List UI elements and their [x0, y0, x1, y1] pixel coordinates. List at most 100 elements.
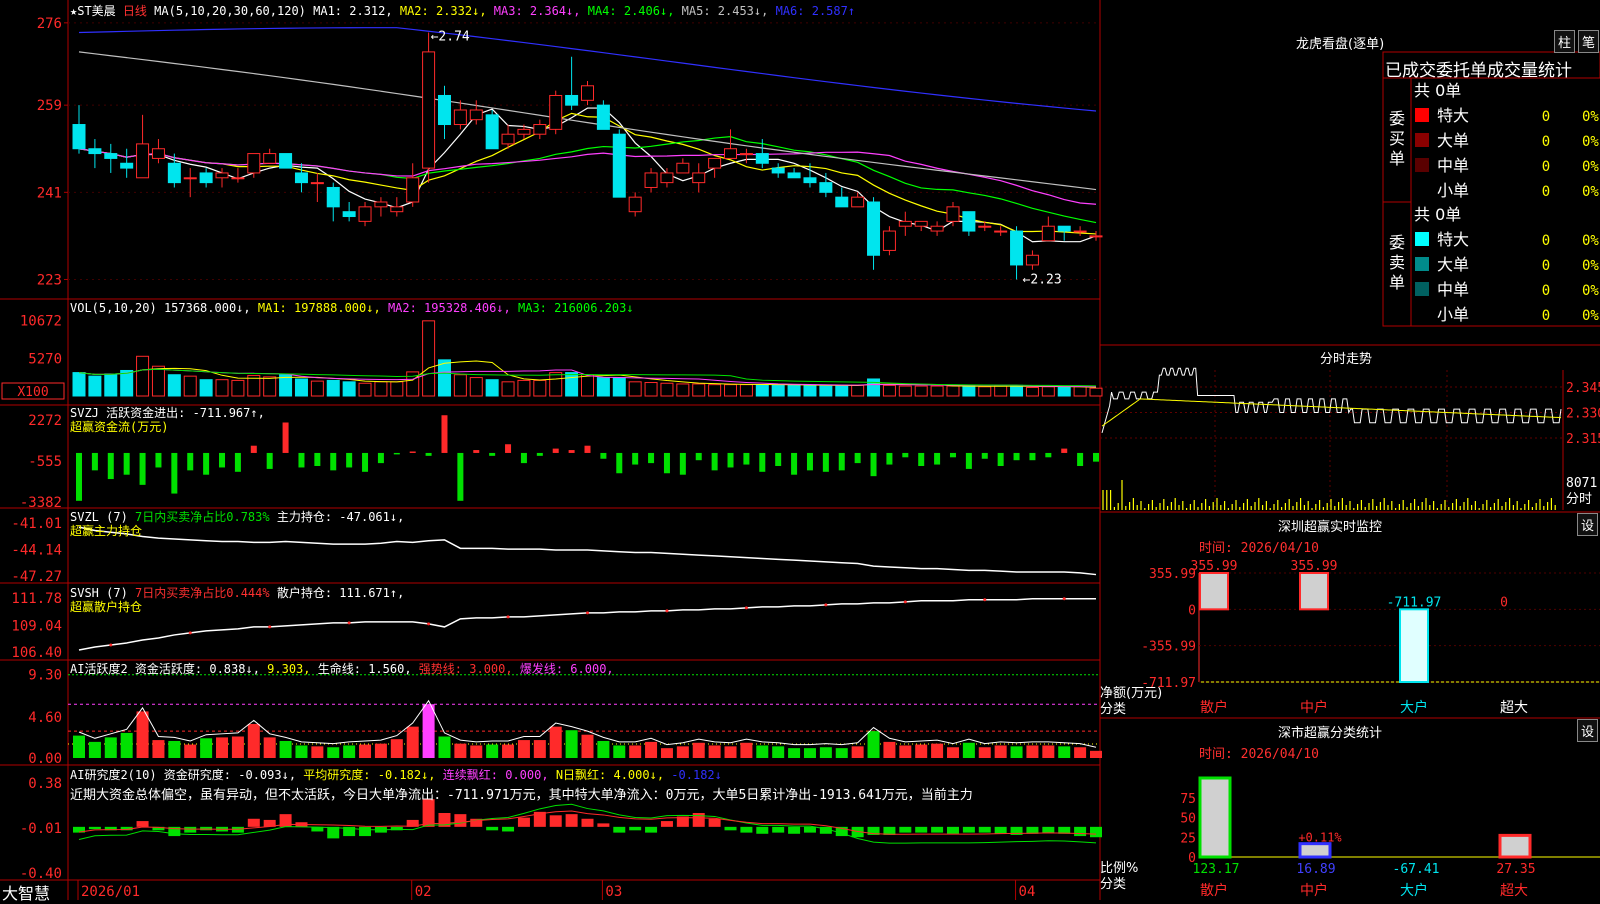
svzj-subtitle: 超赢资金流(万元) [70, 418, 168, 435]
tab-tick-button[interactable]: 笔 [1578, 30, 1600, 53]
ai1-label5: 爆发线: 6.000, [519, 662, 614, 676]
tab-bar-button[interactable]: 柱 [1554, 30, 1576, 53]
sell-label-char: 委 [1389, 233, 1405, 252]
price-high-marker: ←2.74 [431, 30, 470, 45]
ai1-bar [676, 746, 689, 758]
ai2-bar [1042, 826, 1055, 833]
svzl-axis-label: -44.14 [11, 543, 62, 559]
ai2-label1: AI研究度2(10) 资金研究度: -0.093↓, [70, 768, 297, 782]
monitor-settings-button[interactable]: 设 [1577, 513, 1599, 536]
volume-bar [994, 385, 1008, 397]
stats-header: 已成交委托单成交量统计 [1385, 61, 1572, 81]
candle-body [1073, 230, 1087, 233]
candle-body [136, 143, 150, 179]
stat-category: 中户 [1300, 882, 1328, 899]
svzl-label3: 主力持仓: -47.061↓, [276, 510, 405, 524]
svzj-bar [123, 452, 130, 475]
ai1-bar [470, 745, 483, 758]
sell-row-qty: 0 [1542, 308, 1550, 324]
svzj-bar [981, 452, 988, 459]
volume-bar [819, 385, 833, 397]
svzj-bar [536, 452, 543, 456]
ai1-bar [327, 747, 340, 758]
chart-canvas: 276 259 241 223 ←2.74 ←2.23 10672 5270 X100 2272 -… [0, 0, 1600, 900]
svzj-bar [139, 452, 146, 485]
ai2-bar [422, 799, 435, 827]
candle-body [803, 177, 817, 184]
candle-body [994, 230, 1008, 233]
svzj-bar [520, 452, 527, 464]
buy-row-pct: 0% [1582, 184, 1599, 200]
svzj-bar [743, 452, 750, 465]
volume-bar [374, 381, 388, 397]
svzj-bar [1045, 452, 1052, 458]
candle-body [851, 196, 865, 208]
ai1-axis-label: 0.00 [28, 751, 62, 767]
sell-row-pct: 0% [1582, 308, 1599, 324]
ai1-bar [708, 745, 721, 758]
svzj-bar [314, 452, 321, 467]
svzj-bar [552, 448, 559, 453]
volume-bar [962, 385, 976, 397]
ai2-comment: 近期大资金总体偏空，虽有异动，但不太活跃，今日大单净流出：-711.971万元，… [70, 788, 973, 803]
stat-settings-button[interactable]: 设 [1577, 719, 1599, 742]
svsh-dot [665, 609, 669, 613]
svzj-bar [1061, 448, 1068, 453]
candle-body [183, 177, 197, 180]
ma3-value: MA3: 2.364↓, [493, 4, 581, 18]
volume-bar [581, 374, 594, 397]
monitor-category: 大户 [1400, 699, 1428, 716]
candle-body [771, 167, 785, 174]
candle-body [1089, 235, 1103, 238]
svzj-axis-label: 2272 [28, 413, 62, 429]
volume-bar [358, 382, 372, 397]
volume-bar [914, 385, 928, 397]
ai1-bar [152, 740, 165, 758]
candle-body [708, 157, 722, 169]
ai1-bar [994, 745, 1007, 758]
price-axis-label: 276 [37, 16, 62, 32]
svzj-bar [219, 452, 226, 468]
ai2-bar [502, 826, 515, 832]
svzj-bar [203, 452, 210, 475]
vol-label: VOL(5,10,20) [70, 301, 157, 315]
svzj-bar [886, 452, 893, 465]
ai2-bar [629, 826, 642, 831]
period-label[interactable]: 日线 [123, 4, 147, 18]
stat-axis-label: 50 [1180, 812, 1196, 827]
ai1-label2: 9.303, [267, 662, 311, 676]
date-axis-label: 03 [605, 884, 622, 900]
sell-row-swatch [1415, 257, 1429, 271]
stat-category: 散户 [1200, 882, 1228, 899]
candle-body [199, 172, 213, 184]
candle-body [120, 162, 134, 169]
stock-symbol[interactable]: ST美晨 [77, 4, 115, 18]
monitor-axis-label: 0 [1188, 603, 1196, 618]
volume-bar [1057, 386, 1071, 397]
volume-bar [231, 379, 245, 397]
candle-body [247, 153, 261, 174]
candle-body [263, 153, 277, 164]
sell-row-pct: 0% [1582, 258, 1599, 274]
stat-note: +0.11% [1298, 831, 1342, 845]
monitor-category: 中户 [1300, 699, 1328, 716]
svsh-dot [586, 611, 589, 615]
volume-bar [898, 385, 912, 397]
candle-body [628, 196, 642, 213]
ai1-bar [756, 745, 769, 758]
svzj-bar [854, 452, 861, 464]
svzj-bar [648, 452, 655, 464]
ai1-axis-label: 4.60 [28, 710, 62, 726]
ai1-header: AI活跃度2 资金活跃度: 0.838↓, 9.303, 生命线: 1.560,… [70, 660, 614, 677]
sell-row-qty: 0 [1542, 283, 1550, 299]
vol-ma2: MA2: 195328.406↓, [387, 301, 511, 315]
stat-bar [1298, 842, 1332, 859]
volume-bar [501, 381, 515, 397]
ai1-bar [613, 745, 626, 758]
ai2-bar [708, 818, 721, 827]
svzj-bar [1029, 452, 1036, 461]
candle-body [914, 220, 928, 227]
svsh-axis-label: 109.04 [11, 619, 62, 635]
ai1-bar [1058, 746, 1071, 758]
ai1-bar [565, 730, 578, 758]
